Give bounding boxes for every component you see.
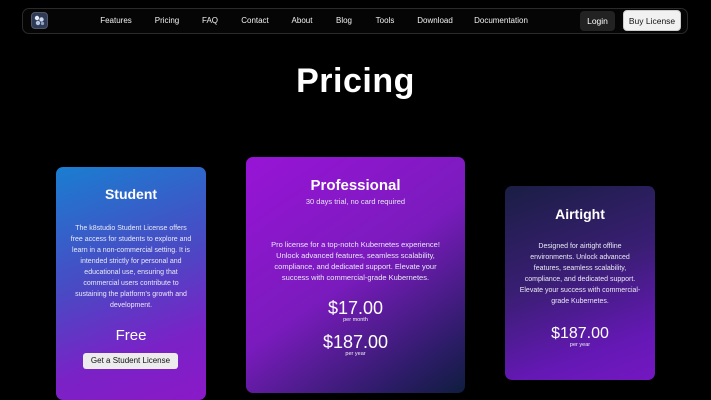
top-navbar: Features Pricing FAQ Contact About Blog … xyxy=(22,8,688,34)
professional-trial-note: 30 days trial, no card required xyxy=(305,197,406,206)
nav-link-features[interactable]: Features xyxy=(100,9,132,33)
airtight-plan-title: Airtight xyxy=(555,206,605,222)
airtight-yearly-price: $187.00 xyxy=(551,325,609,342)
airtight-yearly-note: per year xyxy=(569,342,591,348)
nav-link-blog[interactable]: Blog xyxy=(336,9,352,33)
nav-link-contact[interactable]: Contact xyxy=(241,9,269,33)
nav-link-pricing[interactable]: Pricing xyxy=(155,9,179,33)
nav-link-about[interactable]: About xyxy=(292,9,313,33)
student-plan-title: Student xyxy=(104,186,158,202)
professional-plan-description: Pro license for a top-notch Kubernetes e… xyxy=(271,240,440,282)
nav-link-faq[interactable]: FAQ xyxy=(202,9,218,33)
professional-plan-card: Professional 30 days trial, no card requ… xyxy=(246,157,465,393)
get-student-license-button[interactable]: Get a Student License xyxy=(83,353,178,369)
nav-link-tools[interactable]: Tools xyxy=(376,9,395,33)
buy-license-button[interactable]: Buy License xyxy=(623,10,681,31)
professional-yearly-price: $187.00 xyxy=(322,332,389,352)
nav-link-documentation[interactable]: Documentation xyxy=(474,9,528,33)
professional-yearly-note: per year xyxy=(345,351,366,357)
student-plan-card: Student The k8studio Student License off… xyxy=(56,167,206,400)
professional-monthly-price: $17.00 xyxy=(327,298,384,318)
professional-monthly-note: per month xyxy=(343,317,368,323)
login-button[interactable]: Login xyxy=(580,11,615,31)
page-title: Pricing xyxy=(296,62,415,100)
airtight-plan-card: Airtight Designed for airtight offline e… xyxy=(505,186,655,380)
airtight-plan-description: Designed for airtight offline environmen… xyxy=(519,243,641,305)
professional-plan-title: Professional xyxy=(310,177,401,194)
student-plan-price: Free xyxy=(115,327,147,344)
nav-link-download[interactable]: Download xyxy=(417,9,453,33)
student-plan-description: The k8studio Student License offers free… xyxy=(70,225,192,309)
